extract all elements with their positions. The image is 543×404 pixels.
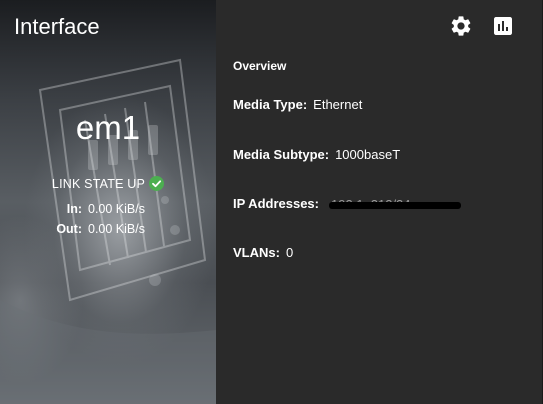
media-subtype-row: Media Subtype: 1000baseT [233, 146, 400, 164]
media-type-value: Ethernet [313, 97, 363, 112]
media-subtype-label: Media Subtype: [233, 147, 330, 162]
media-type-row: Media Type: Ethernet [233, 96, 362, 114]
traffic-in-label: In: [66, 202, 82, 216]
settings-button[interactable] [449, 14, 473, 38]
interface-widget: Interface em1 LINK STATE UP In: 0.00 KiB/… [0, 0, 543, 404]
interface-summary-panel: Interface em1 LINK STATE UP In: 0.00 KiB/… [0, 0, 216, 404]
vlans-row: VLANs: 0 [233, 244, 293, 262]
statistics-button[interactable] [491, 14, 515, 38]
traffic-out-value: 0.00 KiB/s [88, 222, 145, 236]
traffic-in-row: In: 0.00 KiB/s [0, 201, 216, 217]
gear-icon [451, 16, 471, 36]
bar-chart-icon [494, 17, 512, 35]
vlans-label: VLANs: [233, 245, 280, 260]
link-state-text: LINK STATE UP [51, 177, 146, 191]
check-circle-icon [149, 176, 165, 191]
overview-heading: Overview [233, 59, 287, 73]
media-type-label: Media Type: [233, 97, 308, 112]
ip-addresses-row: IP Addresses: 192.1 .212/24 [233, 195, 464, 213]
redacted-ip-address: 192.1 .212/24 [329, 197, 464, 212]
traffic-out-row: Out: 0.00 KiB/s [0, 221, 216, 237]
redaction-bar [329, 201, 461, 209]
interface-name: em1 [75, 109, 141, 146]
traffic-in-value: 0.00 KiB/s [88, 202, 145, 216]
interface-details-panel: Overview Media Type: Ethernet Media Subty… [216, 0, 542, 404]
link-state-status: LINK STATE UP [0, 175, 216, 193]
ip-addresses-label: IP Addresses: [233, 196, 319, 211]
media-subtype-value: 1000baseT [335, 147, 401, 162]
traffic-out-label: Out: [56, 222, 82, 236]
vlans-value: 0 [285, 245, 294, 260]
widget-toolbar [449, 14, 515, 38]
widget-title: Interface [14, 14, 100, 39]
